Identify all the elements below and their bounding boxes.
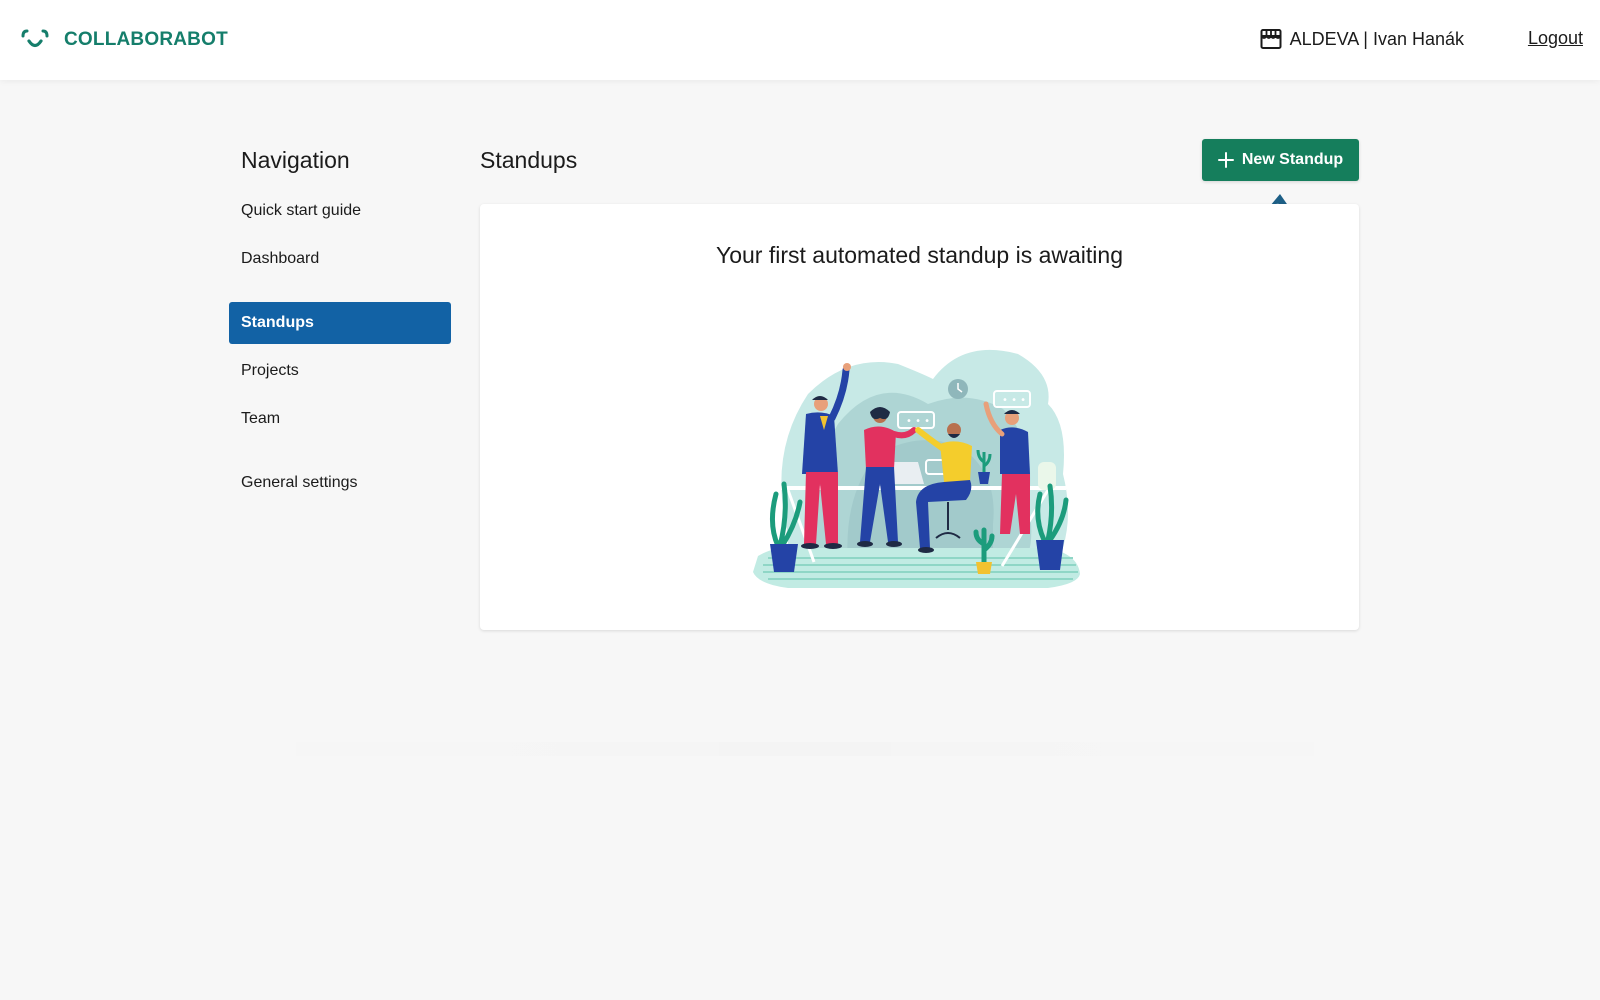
account-label: ALDEVA | Ivan Hanák <box>1289 28 1464 49</box>
empty-state-heading: Your first automated standup is awaiting <box>715 242 1123 268</box>
brand-name: COLLABORABOT <box>64 29 228 50</box>
sidebar-item-team[interactable]: Team <box>229 398 451 440</box>
brand[interactable]: COLLABORABOT <box>20 26 228 54</box>
sidebar-item-quick-start-guide[interactable]: Quick start guide <box>229 190 451 232</box>
divider <box>190 742 1420 756</box>
page-title: Standups <box>480 147 578 173</box>
plus-icon <box>1217 152 1234 168</box>
store-icon <box>1260 29 1282 49</box>
account-switcher[interactable]: ALDEVA | Ivan Hanák <box>1259 27 1464 51</box>
new-standup-button[interactable]: New Standup <box>1202 139 1359 181</box>
smile-logo-icon <box>21 29 49 48</box>
team-celebration-illustration: • • • • • • <box>753 349 1080 588</box>
new-standup-button-label: New Standup <box>1241 151 1344 168</box>
sidebar: Navigation Quick start guide Dashboard S… <box>229 140 451 504</box>
empty-state-card: Your first automated standup is awaiting… <box>480 204 1359 630</box>
svg-text:• • •: • • • <box>1002 395 1026 406</box>
svg-text:• • •: • • • <box>906 416 930 427</box>
sidebar-title: Navigation <box>241 147 350 173</box>
sidebar-item-projects[interactable]: Projects <box>229 350 451 392</box>
logout-link[interactable]: Logout <box>1528 28 1583 49</box>
sidebar-item-general-settings[interactable]: General settings <box>229 462 451 504</box>
sidebar-item-standups[interactable]: Standups <box>229 302 451 344</box>
top-bar: COLLABORABOT ALDEVA | Ivan Hanák Logout <box>0 0 1600 80</box>
sidebar-item-dashboard[interactable]: Dashboard <box>229 238 451 280</box>
